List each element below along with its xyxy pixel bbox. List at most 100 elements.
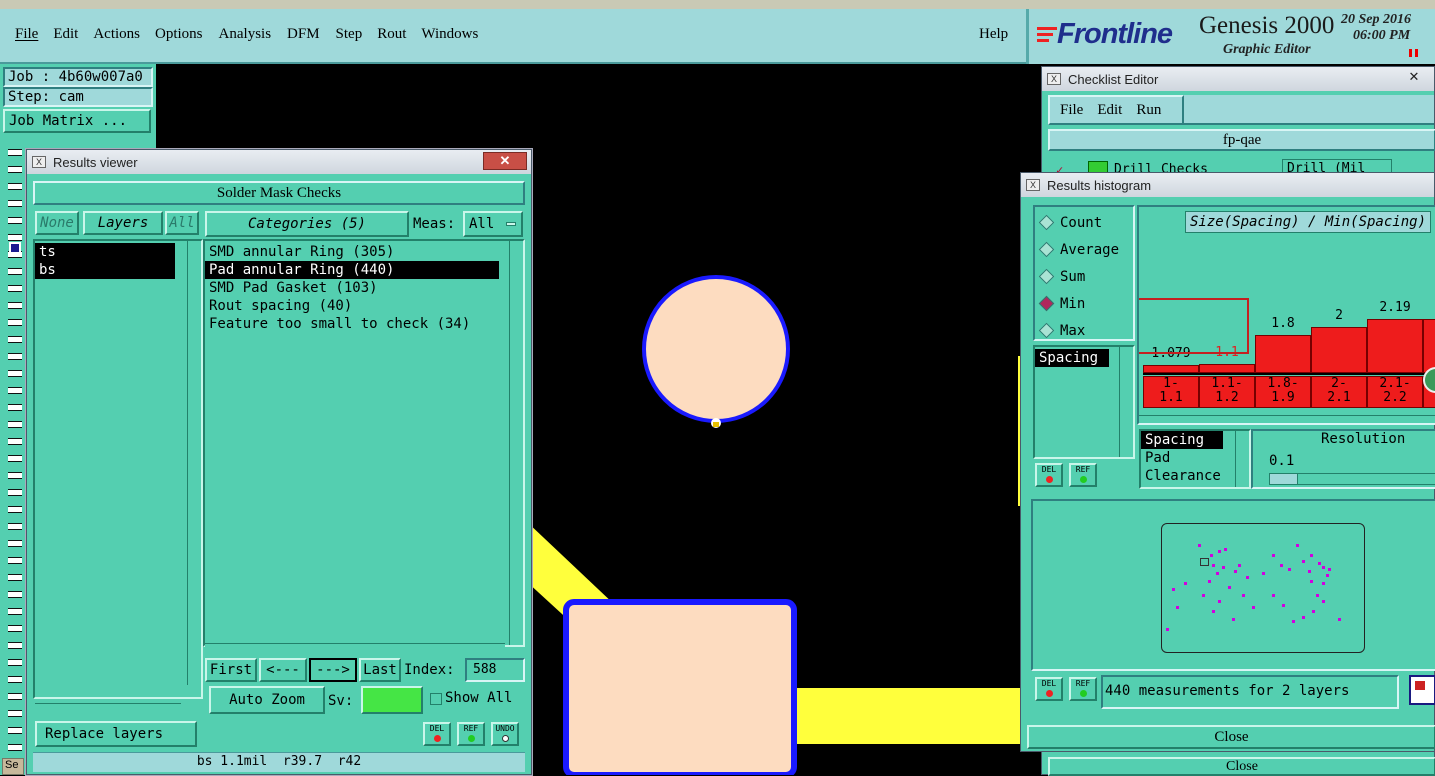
- layer-item[interactable]: ts: [35, 243, 175, 261]
- result-dot[interactable]: [1210, 554, 1213, 557]
- mode-min-radio[interactable]: Min: [1038, 290, 1133, 317]
- result-dot[interactable]: [1242, 594, 1245, 597]
- results-map[interactable]: [1031, 499, 1435, 671]
- mode-max-radio[interactable]: Max: [1038, 317, 1133, 344]
- undo-button[interactable]: UNDO: [491, 722, 519, 746]
- checklist-menu-run[interactable]: Run: [1136, 102, 1161, 119]
- result-dot[interactable]: [1184, 582, 1187, 585]
- categories-button[interactable]: Categories (5): [205, 211, 409, 237]
- map-del-button[interactable]: DEL: [1035, 677, 1063, 701]
- categories-vscroll[interactable]: [509, 241, 523, 645]
- result-dot[interactable]: [1246, 576, 1249, 579]
- hist-ref-button[interactable]: REF: [1069, 463, 1097, 487]
- result-dot[interactable]: [1288, 568, 1291, 571]
- result-dot[interactable]: [1280, 564, 1283, 567]
- result-dot[interactable]: [1234, 570, 1237, 573]
- histogram-hscroll[interactable]: [1139, 415, 1435, 423]
- result-dot[interactable]: [1228, 586, 1231, 589]
- taskbar-button[interactable]: Se: [2, 758, 24, 775]
- histogram-bar[interactable]: [1143, 365, 1199, 373]
- result-dot[interactable]: [1198, 544, 1201, 547]
- checklist-close-button[interactable]: Close: [1048, 757, 1435, 776]
- mode-average-radio[interactable]: Average: [1038, 236, 1133, 263]
- category-item[interactable]: Rout spacing (40): [205, 297, 499, 315]
- result-dot[interactable]: [1326, 574, 1329, 577]
- layer-item[interactable]: bs: [35, 261, 175, 279]
- result-dot[interactable]: [1296, 544, 1299, 547]
- result-dot[interactable]: [1308, 570, 1311, 573]
- attribute-item[interactable]: Pad: [1141, 449, 1249, 467]
- results-viewer-close-icon[interactable]: ✕: [483, 152, 527, 170]
- menu-actions[interactable]: Actions: [93, 26, 140, 43]
- ref-button[interactable]: REF: [457, 722, 485, 746]
- result-dot[interactable]: [1216, 572, 1219, 575]
- mode-count-radio[interactable]: Count: [1038, 209, 1133, 236]
- metric-vscroll[interactable]: [1119, 347, 1133, 457]
- category-item[interactable]: SMD Pad Gasket (103): [205, 279, 499, 297]
- result-dot[interactable]: [1322, 582, 1325, 585]
- metric-list[interactable]: Spacing: [1033, 345, 1135, 459]
- result-dot[interactable]: [1262, 572, 1265, 575]
- result-dot[interactable]: [1292, 620, 1295, 623]
- layers-button[interactable]: Layers: [83, 211, 163, 235]
- category-item-selected[interactable]: Pad annular Ring (440): [205, 261, 499, 279]
- menu-dfm[interactable]: DFM: [287, 26, 320, 43]
- histogram-bar[interactable]: [1255, 335, 1311, 373]
- bin-range-label[interactable]: 2.1- 2.2: [1367, 376, 1423, 408]
- menu-options[interactable]: Options: [155, 26, 203, 43]
- category-item[interactable]: Feature too small to check (34): [205, 315, 505, 333]
- metric-item-selected[interactable]: Spacing: [1035, 349, 1109, 367]
- result-dot[interactable]: [1312, 610, 1315, 613]
- layers-hscroll[interactable]: [35, 703, 181, 715]
- layers-list[interactable]: ts bs: [33, 239, 203, 699]
- result-dot[interactable]: [1224, 548, 1227, 551]
- prev-button[interactable]: <---: [259, 658, 307, 682]
- result-dot[interactable]: [1302, 560, 1305, 563]
- menu-edit[interactable]: Edit: [53, 26, 78, 43]
- menu-file[interactable]: File: [15, 26, 38, 43]
- bin-range-label[interactable]: 2- 2.1: [1311, 376, 1367, 408]
- category-item[interactable]: SMD annular Ring (305): [205, 243, 499, 261]
- result-dot[interactable]: [1310, 554, 1313, 557]
- result-dot[interactable]: [1322, 600, 1325, 603]
- result-dot[interactable]: [1212, 564, 1215, 567]
- result-dot[interactable]: [1212, 610, 1215, 613]
- histogram-bar[interactable]: [1367, 319, 1423, 373]
- result-dot[interactable]: [1252, 606, 1255, 609]
- result-dot[interactable]: [1232, 618, 1235, 621]
- auto-zoom-dropdown[interactable]: Auto Zoom: [209, 686, 325, 714]
- result-dot[interactable]: [1218, 550, 1221, 553]
- pause-icon[interactable]: [1409, 49, 1418, 57]
- result-dot[interactable]: [1272, 594, 1275, 597]
- checklist-close-icon[interactable]: ✕: [1394, 69, 1434, 85]
- map-ref-button[interactable]: REF: [1069, 677, 1097, 701]
- result-dot[interactable]: [1222, 566, 1225, 569]
- categories-list[interactable]: SMD annular Ring (305) Pad annular Ring …: [203, 239, 525, 647]
- result-dot[interactable]: [1328, 568, 1331, 571]
- categories-hscroll[interactable]: [205, 643, 505, 655]
- result-dot[interactable]: [1322, 566, 1325, 569]
- resolution-slider[interactable]: [1269, 473, 1435, 485]
- result-dot[interactable]: [1302, 616, 1305, 619]
- job-matrix-button[interactable]: Job Matrix ...: [3, 109, 151, 133]
- none-button[interactable]: None: [35, 211, 79, 235]
- result-dot[interactable]: [1318, 562, 1321, 565]
- result-dot[interactable]: [1172, 588, 1175, 591]
- result-dot[interactable]: [1338, 618, 1341, 621]
- menu-step[interactable]: Step: [336, 26, 363, 43]
- result-dot[interactable]: [1208, 580, 1211, 583]
- histogram-bar[interactable]: [1311, 327, 1367, 373]
- checklist-menu-file[interactable]: File: [1060, 102, 1083, 119]
- result-dot[interactable]: [1282, 604, 1285, 607]
- show-all-checkbox[interactable]: [430, 693, 442, 705]
- attribute-list[interactable]: Spacing Pad Clearance: [1139, 429, 1251, 489]
- last-button[interactable]: Last: [359, 658, 401, 682]
- histogram-bar[interactable]: [1423, 319, 1435, 373]
- bin-range-label[interactable]: 1- 1.1: [1143, 376, 1199, 408]
- sv-color-dropdown[interactable]: [361, 686, 423, 714]
- layer-toggle-active[interactable]: [9, 242, 21, 254]
- result-dot[interactable]: [1202, 594, 1205, 597]
- result-dot[interactable]: [1166, 628, 1169, 631]
- bin-range-label[interactable]: 1.8- 1.9: [1255, 376, 1311, 408]
- all-layers-button[interactable]: All: [165, 211, 199, 235]
